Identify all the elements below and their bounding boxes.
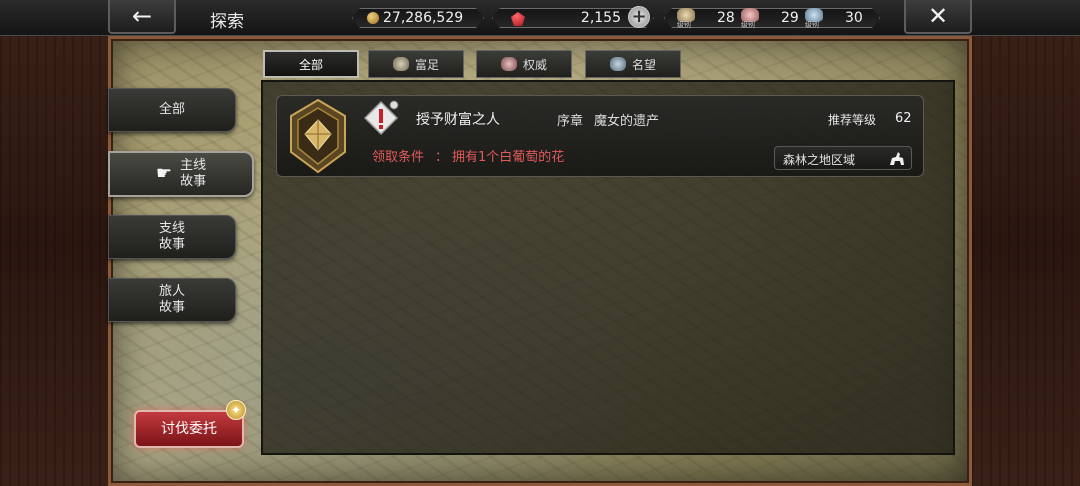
rank-value: 29 <box>781 10 799 26</box>
authority-icon <box>500 57 517 71</box>
gold-value: 27,286,529 <box>383 10 464 26</box>
tab-label: 全部 <box>298 57 323 72</box>
wealth-emblem-icon <box>290 98 346 174</box>
tab-all[interactable]: 全部 <box>263 50 359 78</box>
close-button[interactable]: ✕ <box>904 0 972 34</box>
sidebar-item-label: 全部 <box>158 102 185 117</box>
tab-label: 富足 <box>414 57 439 72</box>
horse-rider-icon <box>890 152 904 165</box>
quest-chapter-name: 魔女的遗产 <box>594 114 660 129</box>
sidebar-item-all[interactable]: 全部 <box>108 88 236 132</box>
requirement-value: 拥有1个白葡萄的花 <box>452 150 565 165</box>
quest-title: 授予财富之人 <box>416 112 500 128</box>
sidebar-item-side-story[interactable]: 支线 故事 <box>108 215 236 259</box>
wealth-icon <box>392 57 409 71</box>
alert-quest-icon <box>363 100 399 136</box>
region-name: 森林之地区域 <box>783 153 856 167</box>
requirement-separator: ： <box>435 150 449 165</box>
tab-fame[interactable]: 名望 <box>585 50 681 78</box>
quest-chapter: 序章 <box>557 114 584 129</box>
tab-wealth[interactable]: 富足 <box>368 50 464 78</box>
tab-authority[interactable]: 权威 <box>476 50 572 78</box>
recommended-level-value: 62 <box>895 111 912 126</box>
rank-value: 28 <box>717 10 735 26</box>
red-gem-icon <box>511 12 525 26</box>
star-badge-icon: ✦ <box>226 400 246 420</box>
add-gems-button[interactable]: + <box>628 6 650 28</box>
gem-value: 2,155 <box>580 10 621 26</box>
gold-counter: 27,286,529 <box>352 8 484 28</box>
back-arrow-icon: ← <box>131 2 153 30</box>
sidebar-item-main-story[interactable]: ☛ 主线 故事 <box>108 151 254 197</box>
sidebar-item-label: 支线 故事 <box>158 221 185 252</box>
pointing-hand-icon: ☛ <box>155 163 173 184</box>
recommended-level-label: 推荐等级 <box>828 113 877 127</box>
sidebar-item-traveler-story[interactable]: 旅人 故事 <box>108 278 236 322</box>
back-button[interactable]: ← <box>108 0 176 34</box>
page-title: 探索 <box>210 12 244 32</box>
sidebar-item-label: 旅人 故事 <box>158 284 185 315</box>
fame-icon <box>609 57 626 71</box>
tab-label: 名望 <box>631 57 656 72</box>
rank-counters: 级别 28 级别 29 级别 30 <box>664 8 880 28</box>
left-wood-border <box>0 0 108 486</box>
rank-value: 30 <box>845 10 863 26</box>
sidebar-item-label: 主线 故事 <box>180 158 207 189</box>
gold-coin-icon <box>367 12 379 24</box>
right-wood-border <box>972 0 1080 486</box>
close-icon: ✕ <box>927 2 949 30</box>
region-tag[interactable]: 森林之地区域 <box>774 146 912 170</box>
requirement-label: 领取条件 <box>372 150 425 165</box>
tab-label: 权威 <box>522 57 547 72</box>
